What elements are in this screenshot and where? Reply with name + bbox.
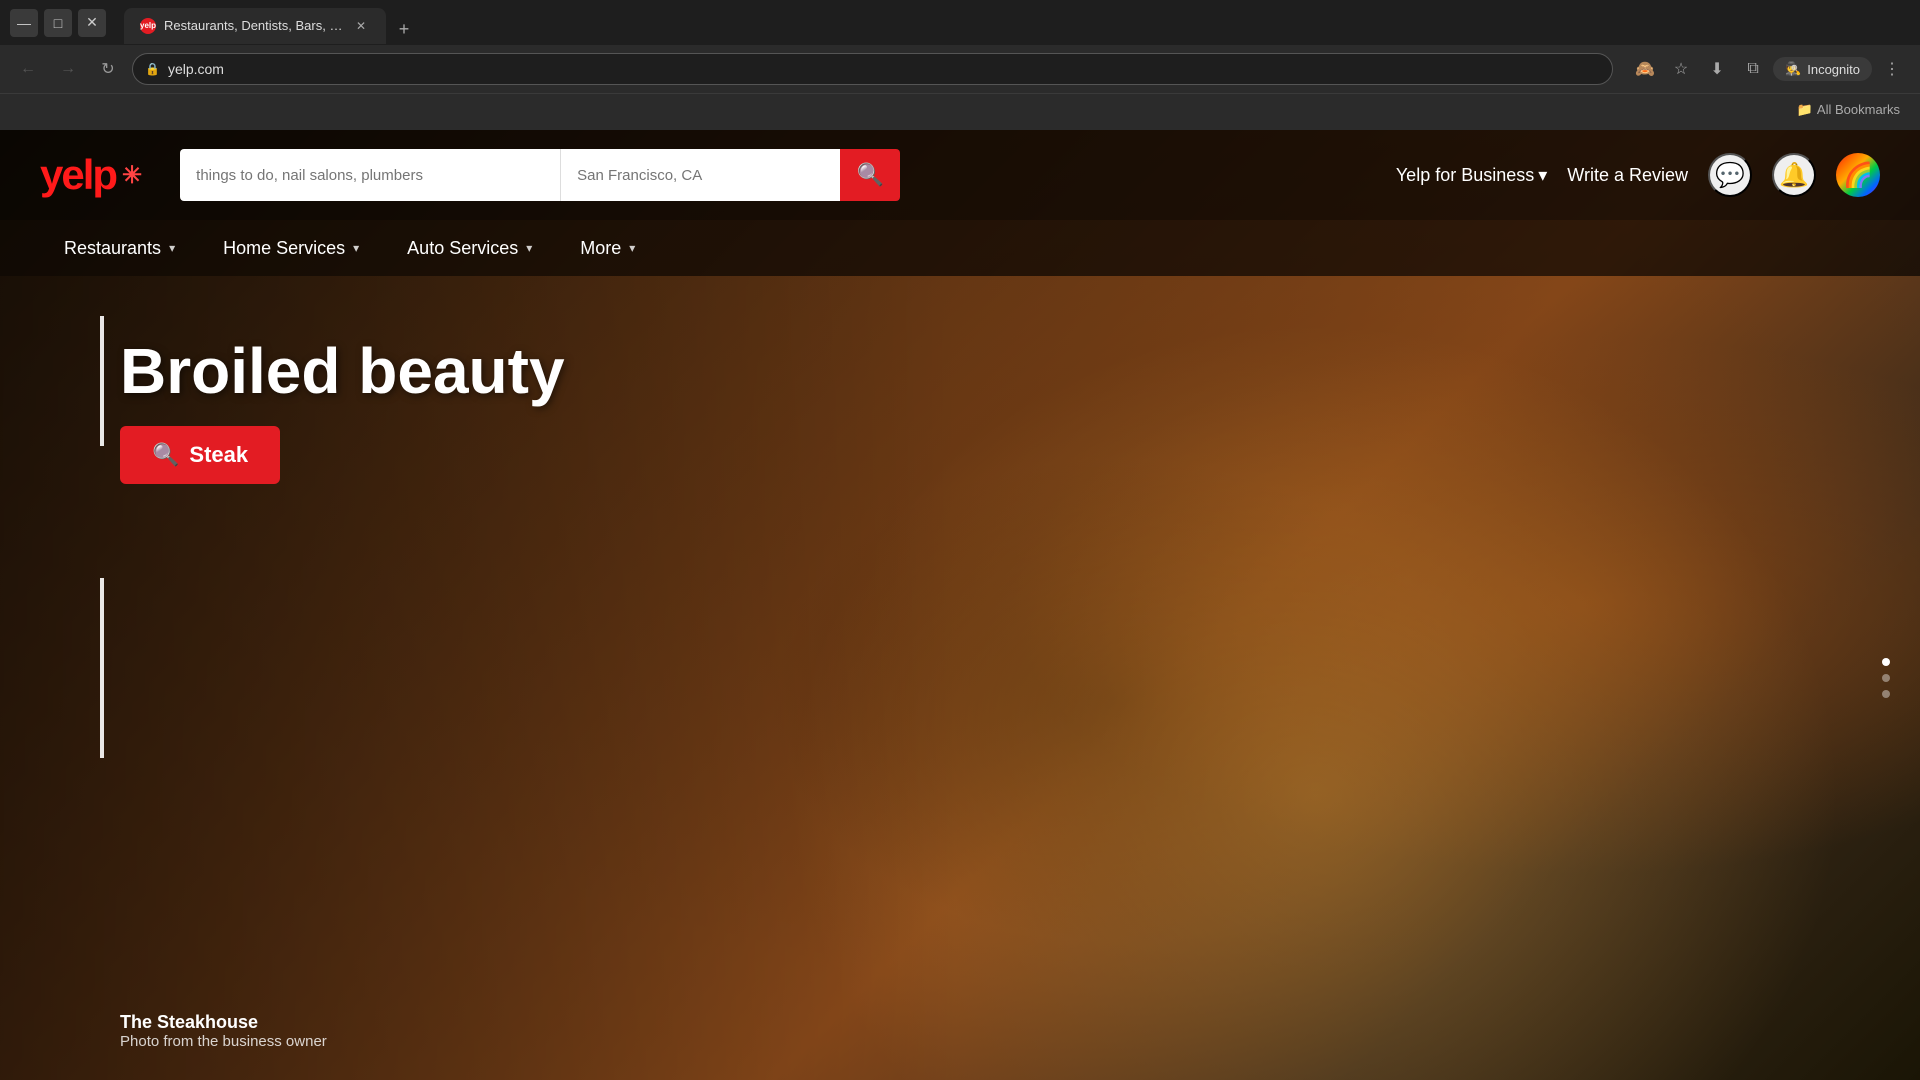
lock-icon: 🔒	[145, 62, 160, 76]
hero-cta-icon: 🔍	[152, 442, 179, 468]
star-icon: ☆	[1674, 59, 1688, 79]
maximize-button[interactable]: □	[44, 9, 72, 37]
nav-item-home-services[interactable]: Home Services ▾	[199, 220, 383, 276]
home-services-chevron: ▾	[353, 241, 359, 255]
search-input[interactable]	[180, 149, 560, 201]
yelp-for-business-label: Yelp for Business	[1396, 165, 1534, 186]
yelp-for-business-chevron: ▾	[1538, 165, 1547, 186]
tab-bar: yelp Restaurants, Dentists, Bars, Bea...…	[114, 2, 1910, 44]
yelp-nav: Restaurants ▾ Home Services ▾ Auto Servi…	[0, 220, 1920, 276]
all-bookmarks-label: All Bookmarks	[1817, 102, 1900, 117]
hero-title: Broiled beauty	[120, 336, 565, 406]
star-button[interactable]: ☆	[1665, 53, 1697, 85]
new-tab-button[interactable]: +	[390, 16, 418, 44]
incognito-badge: 🕵 Incognito	[1773, 57, 1872, 81]
yelp-page: yelp✳ 🔍 Yelp for Business ▾ Write a Revi…	[0, 130, 1920, 1080]
write-review-link[interactable]: Write a Review	[1567, 165, 1688, 186]
auto-services-chevron: ▾	[526, 241, 532, 255]
menu-button[interactable]: ⋮	[1876, 53, 1908, 85]
toolbar-actions: 🙈 ☆ ⬇ ⧉ 🕵 Incognito ⋮	[1629, 53, 1908, 85]
caption-title: The Steakhouse	[120, 1012, 327, 1033]
minimize-button[interactable]: —	[10, 9, 38, 37]
incognito-label: Incognito	[1807, 62, 1860, 77]
hero-cta-button[interactable]: 🔍 Steak	[120, 426, 280, 484]
caption-subtitle: Photo from the business owner	[120, 1033, 327, 1050]
window-icon: ⧉	[1747, 60, 1758, 78]
slide-dot-2[interactable]	[1882, 674, 1890, 682]
browser-toolbar: ← → ↻ 🔒 yelp.com 🙈 ☆ ⬇ ⧉ 🕵 Incognito	[0, 45, 1920, 93]
yelp-logo[interactable]: yelp✳	[40, 151, 140, 199]
hero-divider	[100, 316, 104, 446]
slide-dot-1[interactable]	[1882, 658, 1890, 666]
nav-item-restaurants[interactable]: Restaurants ▾	[40, 220, 199, 276]
all-bookmarks-item[interactable]: 📁 All Bookmarks	[1789, 98, 1908, 122]
eye-slash-icon: 🙈	[1635, 59, 1655, 79]
tab-active[interactable]: yelp Restaurants, Dentists, Bars, Bea...…	[124, 8, 386, 44]
auto-services-label: Auto Services	[407, 238, 518, 259]
more-chevron: ▾	[629, 241, 635, 255]
tab-title: Restaurants, Dentists, Bars, Bea...	[164, 18, 344, 33]
bookmarks-bar: 📁 All Bookmarks	[0, 93, 1920, 125]
avatar[interactable]: 🌈	[1836, 153, 1880, 197]
tab-favicon: yelp	[140, 18, 156, 34]
yelp-header: yelp✳ 🔍 Yelp for Business ▾ Write a Revi…	[0, 130, 1920, 220]
search-button[interactable]: 🔍	[840, 149, 900, 201]
window-controls: — □ ✕	[10, 9, 106, 37]
eye-slash-button[interactable]: 🙈	[1629, 53, 1661, 85]
close-button[interactable]: ✕	[78, 9, 106, 37]
messages-button[interactable]: 💬	[1708, 153, 1752, 197]
address-bar[interactable]: 🔒 yelp.com	[132, 53, 1613, 85]
refresh-button[interactable]: ↻	[92, 53, 124, 85]
download-button[interactable]: ⬇	[1701, 53, 1733, 85]
avatar-icon: 🌈	[1843, 161, 1873, 190]
home-services-label: Home Services	[223, 238, 345, 259]
menu-icon: ⋮	[1884, 59, 1900, 79]
more-label: More	[580, 238, 621, 259]
browser-titlebar: — □ ✕ yelp Restaurants, Dentists, Bars, …	[0, 0, 1920, 45]
back-button[interactable]: ←	[12, 53, 44, 85]
hero-section: Broiled beauty 🔍 Steak The Steakhouse Ph…	[0, 276, 1920, 1080]
slide-dot-3[interactable]	[1882, 690, 1890, 698]
bookmarks-icon: 📁	[1797, 102, 1813, 118]
nav-item-auto-services[interactable]: Auto Services ▾	[383, 220, 556, 276]
header-actions: Yelp for Business ▾ Write a Review 💬 🔔 🌈	[1396, 153, 1880, 197]
write-review-label: Write a Review	[1567, 165, 1688, 186]
hero-cta-label: Steak	[189, 442, 248, 468]
incognito-icon: 🕵	[1785, 61, 1801, 77]
notifications-icon: 🔔	[1779, 161, 1809, 190]
restaurants-label: Restaurants	[64, 238, 161, 259]
yelp-logo-burst: ✳	[122, 161, 140, 190]
notifications-button[interactable]: 🔔	[1772, 153, 1816, 197]
yelp-logo-text: yelp	[40, 151, 116, 199]
messages-icon: 💬	[1715, 161, 1745, 190]
browser-chrome: — □ ✕ yelp Restaurants, Dentists, Bars, …	[0, 0, 1920, 130]
forward-button[interactable]: →	[52, 53, 84, 85]
tab-close-icon[interactable]: ✕	[352, 17, 370, 35]
hero-content: Broiled beauty 🔍 Steak	[120, 336, 565, 484]
window-button[interactable]: ⧉	[1737, 53, 1769, 85]
search-icon: 🔍	[856, 162, 883, 188]
nav-item-more[interactable]: More ▾	[556, 220, 659, 276]
hero-caption: The Steakhouse Photo from the business o…	[120, 1012, 327, 1050]
hero-divider-2	[100, 578, 104, 758]
download-icon: ⬇	[1710, 59, 1723, 79]
location-input[interactable]	[560, 149, 840, 201]
search-form: 🔍	[180, 149, 900, 201]
slide-indicators	[1882, 658, 1890, 698]
yelp-for-business-link[interactable]: Yelp for Business ▾	[1396, 165, 1547, 186]
url-text: yelp.com	[168, 61, 224, 77]
restaurants-chevron: ▾	[169, 241, 175, 255]
